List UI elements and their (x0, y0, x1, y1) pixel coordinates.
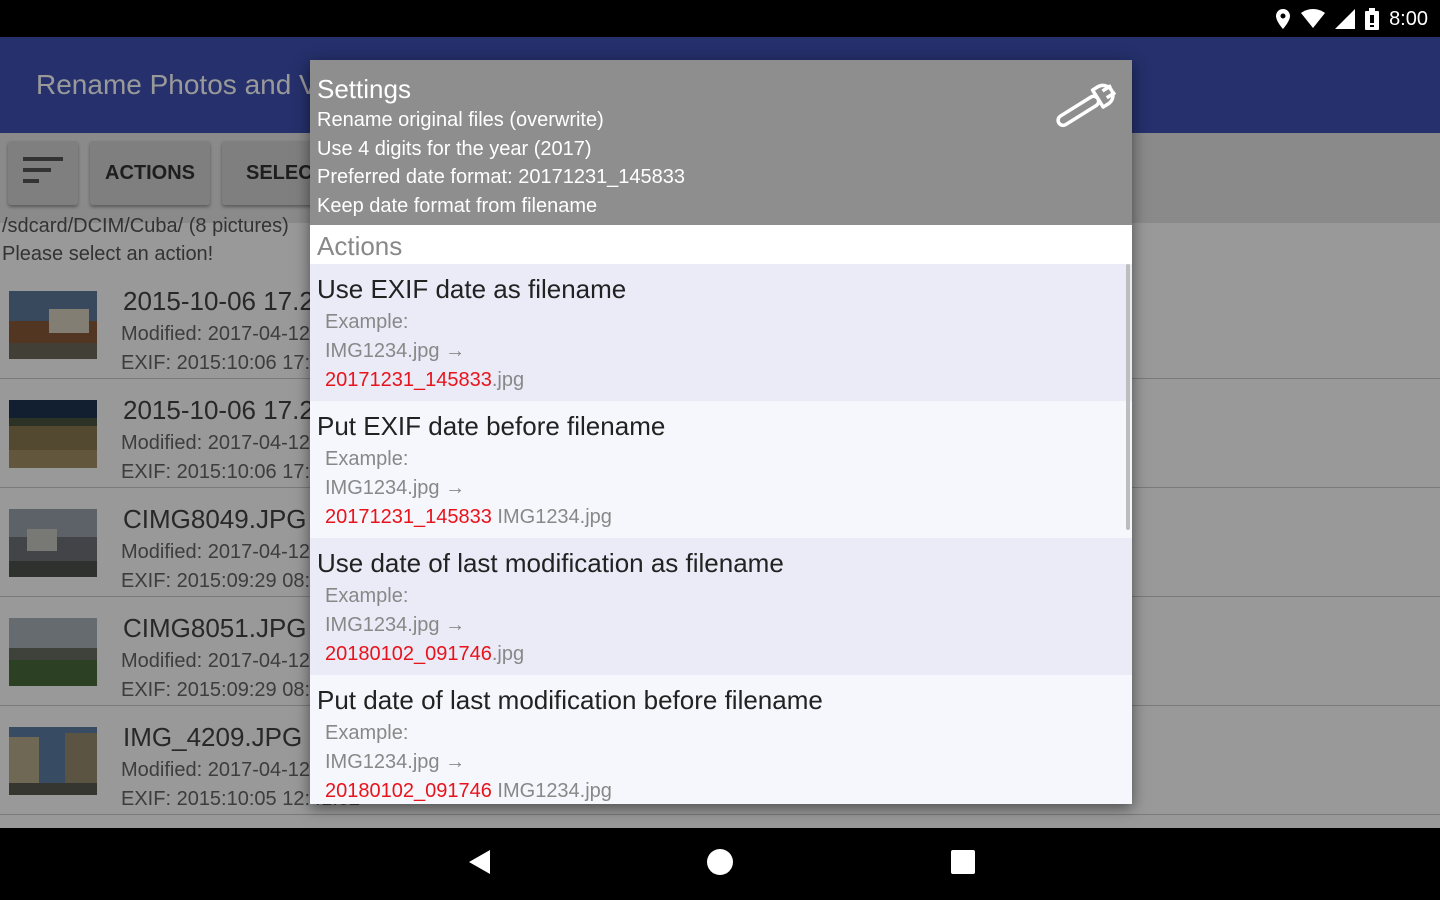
signal-icon (1335, 9, 1356, 29)
example-result: 20180102_091746.jpg (325, 643, 524, 666)
example-result: 20180102_091746 IMG1234.jpg (325, 780, 612, 803)
example-source: IMG1234.jpg → (325, 751, 466, 773)
action-modification-before-filename[interactable]: Put date of last modification before fil… (310, 675, 1132, 804)
action-modification-as-filename[interactable]: Use date of last modification as filenam… (310, 538, 1132, 675)
example-source: IMG1234.jpg → (325, 340, 466, 362)
action-exif-before-filename[interactable]: Put EXIF date before filename Example: I… (310, 401, 1132, 538)
action-list: Use EXIF date as filename Example: IMG12… (310, 264, 1132, 804)
actions-header-label: Actions (317, 231, 403, 261)
app-window: Rename Photos and Videos ACTIONS SELECT … (0, 37, 1440, 828)
recents-icon (950, 849, 976, 880)
settings-title: Settings (317, 74, 411, 104)
actions-header: Actions (310, 225, 1132, 264)
action-title: Put date of last modification before fil… (317, 685, 823, 715)
action-title: Use date of last modification as filenam… (317, 548, 784, 578)
status-bar: 8:00 (0, 0, 1440, 37)
status-time: 8:00 (1389, 7, 1428, 30)
example-result-suffix: IMG1234.jpg (491, 780, 612, 802)
back-icon (466, 848, 492, 881)
wifi-icon (1301, 9, 1326, 29)
setting-year-digits: Use 4 digits for the year (2017) (317, 138, 592, 160)
example-result-date: 20171231_145833 (325, 506, 492, 528)
example-result-date: 20171231_145833 (325, 369, 492, 391)
settings-panel[interactable]: Settings Rename original files (overwrit… (310, 60, 1132, 225)
home-icon (706, 848, 734, 881)
dialog-scrollbar[interactable] (1126, 264, 1130, 530)
battery-icon (1365, 8, 1380, 30)
example-result-suffix: IMG1234.jpg (491, 506, 612, 528)
example-result-suffix: .jpg (491, 369, 525, 391)
example-label: Example: (325, 722, 409, 744)
example-result-date: 20180102_091746 (325, 780, 492, 802)
example-source: IMG1234.jpg → (325, 477, 466, 499)
navigation-bar (0, 828, 1440, 900)
action-title: Put EXIF date before filename (317, 411, 666, 441)
example-result-suffix: .jpg (491, 643, 525, 665)
example-result: 20171231_145833 IMG1234.jpg (325, 506, 612, 529)
status-icons: 8:00 (1275, 6, 1428, 32)
action-title: Use EXIF date as filename (317, 274, 627, 304)
back-button[interactable] (463, 848, 495, 880)
example-result: 20171231_145833.jpg (325, 369, 524, 392)
setting-overwrite: Rename original files (overwrite) (317, 109, 604, 131)
recents-button[interactable] (947, 848, 979, 880)
example-source: IMG1234.jpg → (325, 614, 466, 636)
action-exif-as-filename[interactable]: Use EXIF date as filename Example: IMG12… (310, 264, 1132, 401)
wrench-icon[interactable] (1050, 78, 1122, 139)
example-label: Example: (325, 448, 409, 470)
example-label: Example: (325, 311, 409, 333)
example-label: Example: (325, 585, 409, 607)
setting-keep-format: Keep date format from filename (317, 195, 598, 217)
actions-dialog: Settings Rename original files (overwrit… (310, 60, 1132, 804)
location-icon (1275, 8, 1291, 30)
example-result-date: 20180102_091746 (325, 643, 492, 665)
setting-date-format: Preferred date format: 20171231_145833 (317, 166, 686, 188)
home-button[interactable] (704, 848, 736, 880)
